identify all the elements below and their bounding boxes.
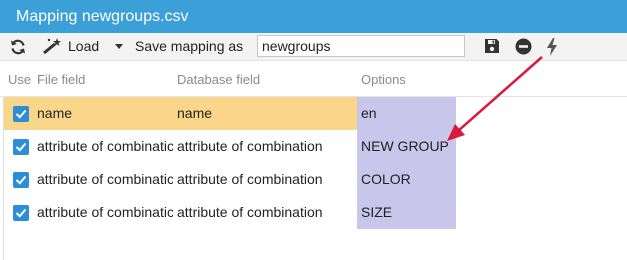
use-cell	[4, 97, 33, 130]
magic-wand-icon	[41, 37, 61, 55]
file-field-cell[interactable]: attribute of combinatic	[33, 163, 173, 196]
options-cell[interactable]: COLOR	[357, 163, 456, 196]
load-dropdown-button[interactable]	[112, 33, 126, 60]
use-cell	[4, 196, 33, 229]
file-field-cell[interactable]: attribute of combinatic	[33, 130, 173, 163]
use-checkbox[interactable]	[13, 205, 29, 221]
mapping-name-input[interactable]	[257, 35, 465, 57]
options-cell[interactable]: SIZE	[357, 196, 456, 229]
database-field-cell[interactable]: attribute of combination	[173, 130, 357, 163]
column-header-options: Options	[361, 72, 406, 87]
table-row[interactable]: attribute of combinatic attribute of com…	[0, 196, 627, 229]
caret-down-icon	[114, 43, 124, 51]
options-cell[interactable]: NEW GROUP	[357, 130, 456, 163]
save-mapping-label: Save mapping as	[135, 38, 244, 54]
refresh-icon[interactable]	[9, 38, 27, 56]
options-cell[interactable]: en	[357, 97, 456, 130]
file-field-cell[interactable]: name	[33, 97, 173, 130]
use-checkbox[interactable]	[13, 172, 29, 188]
column-header-use: Use	[8, 72, 32, 87]
grid-empty-area	[4, 229, 627, 260]
table-row[interactable]: name name en	[0, 97, 627, 130]
use-checkbox[interactable]	[13, 106, 29, 122]
grid-header: Use File field Database field Options	[0, 62, 627, 97]
window-title: Mapping newgroups.csv	[16, 8, 189, 25]
column-header-database-field: Database field	[177, 72, 261, 87]
database-field-cell[interactable]: attribute of combination	[173, 163, 357, 196]
lightning-bolt-icon[interactable]	[545, 38, 563, 56]
load-button[interactable]: Load	[40, 33, 110, 60]
file-field-cell[interactable]: attribute of combinatic	[33, 196, 173, 229]
use-cell	[4, 130, 33, 163]
database-field-cell[interactable]: attribute of combination	[173, 196, 357, 229]
window-title-bar: Mapping newgroups.csv	[0, 0, 627, 33]
table-row[interactable]: attribute of combinatic attribute of com…	[0, 130, 627, 163]
use-cell	[4, 163, 33, 196]
use-checkbox[interactable]	[13, 139, 29, 155]
toolbar: Load Save mapping as	[0, 33, 627, 61]
minus-circle-icon[interactable]	[515, 38, 533, 56]
load-label: Load	[68, 38, 100, 54]
floppy-disk-icon[interactable]	[484, 38, 502, 56]
table-row[interactable]: attribute of combinatic attribute of com…	[0, 163, 627, 196]
database-field-cell[interactable]: name	[173, 97, 357, 130]
column-header-file-field: File field	[37, 72, 86, 87]
